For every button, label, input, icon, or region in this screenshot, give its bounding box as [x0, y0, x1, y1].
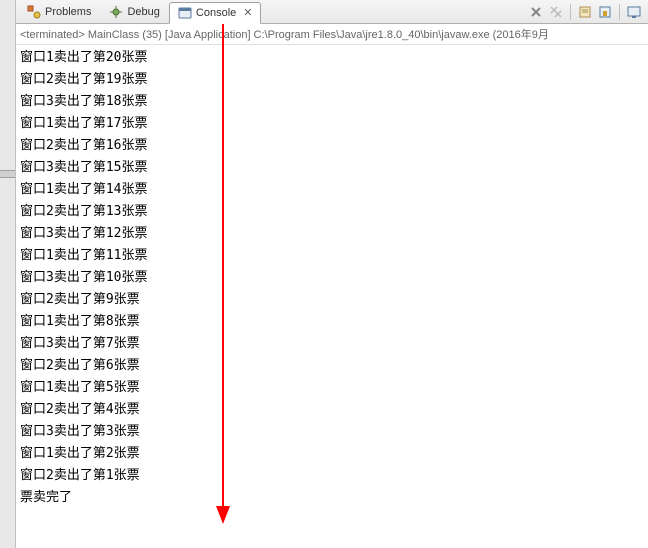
console-line: 窗口1卖出了第14张票: [20, 179, 644, 201]
remove-launch-icon[interactable]: [528, 4, 544, 20]
console-line: 窗口1卖出了第2张票: [20, 443, 644, 465]
scroll-lock-icon[interactable]: [597, 4, 613, 20]
tab-label: Problems: [45, 6, 91, 18]
tab-label: Debug: [127, 6, 159, 18]
problems-icon: [27, 5, 41, 19]
console-line: 窗口1卖出了第20张票: [20, 47, 644, 69]
console-line: 窗口1卖出了第8张票: [20, 311, 644, 333]
console-line: 窗口2卖出了第13张票: [20, 201, 644, 223]
tab-label: Console: [196, 7, 236, 19]
console-line: 窗口2卖出了第16张票: [20, 135, 644, 157]
close-icon[interactable]: ✕: [243, 6, 252, 19]
separator: [619, 4, 620, 20]
console-line: 窗口1卖出了第11张票: [20, 245, 644, 267]
tab-bar: Problems Debug Console ✕: [16, 0, 648, 24]
console-line: 窗口3卖出了第18张票: [20, 91, 644, 113]
console-line: 窗口2卖出了第19张票: [20, 69, 644, 91]
remove-all-icon[interactable]: [548, 4, 564, 20]
console-line: 窗口3卖出了第3张票: [20, 421, 644, 443]
display-icon[interactable]: [626, 4, 642, 20]
console-line: 窗口3卖出了第7张票: [20, 333, 644, 355]
console-line: 窗口2卖出了第1张票: [20, 465, 644, 487]
tab-debug[interactable]: Debug: [100, 1, 168, 23]
console-output[interactable]: 窗口1卖出了第20张票窗口2卖出了第19张票窗口3卖出了第18张票窗口1卖出了第…: [16, 45, 648, 548]
console-toolbar: [528, 4, 648, 20]
terminated-status: <terminated> MainClass (35) [Java Applic…: [16, 24, 648, 45]
gutter-split[interactable]: [0, 170, 15, 178]
console-line: 窗口2卖出了第9张票: [20, 289, 644, 311]
console-icon: [178, 6, 192, 20]
console-line: 窗口3卖出了第10张票: [20, 267, 644, 289]
console-line: 票卖完了: [20, 487, 644, 509]
separator: [570, 4, 571, 20]
console-line: 窗口3卖出了第15张票: [20, 157, 644, 179]
tab-console[interactable]: Console ✕: [169, 2, 262, 24]
tab-problems[interactable]: Problems: [18, 1, 100, 23]
console-line: 窗口1卖出了第17张票: [20, 113, 644, 135]
clear-console-icon[interactable]: [577, 4, 593, 20]
console-line: 窗口2卖出了第4张票: [20, 399, 644, 421]
console-line: 窗口1卖出了第5张票: [20, 377, 644, 399]
console-line: 窗口3卖出了第12张票: [20, 223, 644, 245]
console-line: 窗口2卖出了第6张票: [20, 355, 644, 377]
left-gutter: [0, 0, 16, 548]
debug-icon: [109, 5, 123, 19]
